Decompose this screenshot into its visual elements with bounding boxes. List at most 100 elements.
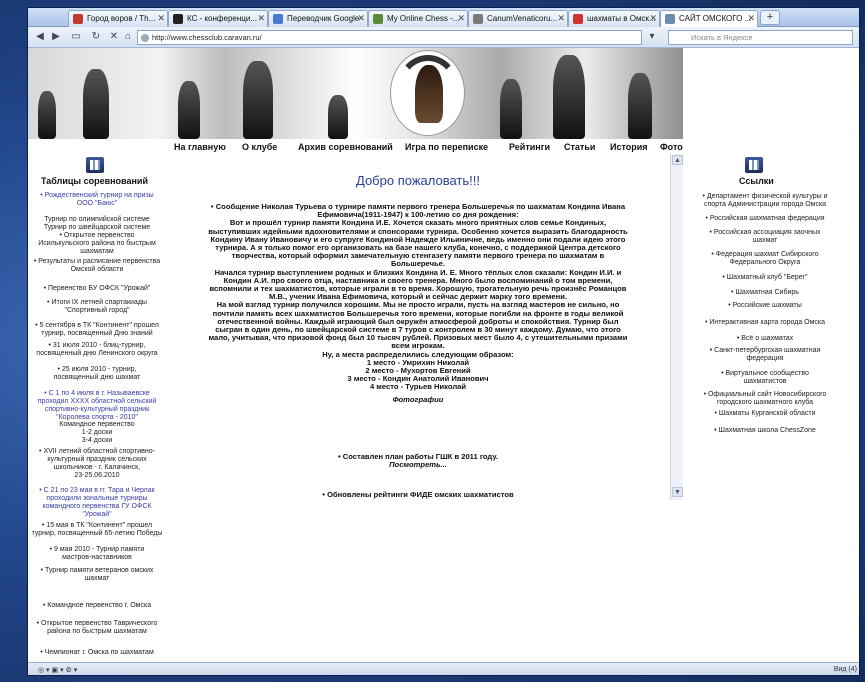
right-item[interactable]: • Санкт-петербургская шахматная федерация	[689, 347, 841, 363]
left-item[interactable]: • Турнир памяти ветеранов омских шахмат	[28, 567, 166, 583]
chess-piece-image	[628, 73, 652, 139]
back-icon[interactable]: ◀	[32, 30, 48, 45]
favicon-icon	[73, 14, 83, 24]
address-bar[interactable]: http://www.chessclub.caravan.ru/	[137, 30, 642, 45]
left-item[interactable]: Турнир по олимпийской системе Турнир по ш…	[28, 216, 166, 232]
favicon-icon	[173, 14, 183, 24]
menu-ratings[interactable]: Рейтинги	[509, 142, 550, 152]
scrollbar[interactable]: ▲ ▼	[670, 154, 683, 500]
menu-about[interactable]: О клубе	[242, 142, 277, 152]
scroll-down-icon[interactable]: ▼	[672, 487, 683, 497]
photos-link[interactable]: Фотографии	[166, 395, 670, 404]
left-item[interactable]: • 15 мая в ТК "Континент" прошел турнир, …	[28, 522, 166, 538]
left-item[interactable]: • 9 мая 2010 - Турнир памяти мастров-наст…	[28, 546, 166, 562]
tab-1[interactable]: КС - конференци... ✕	[168, 10, 268, 27]
tab-3[interactable]: My Online Chess -... ✕	[368, 10, 468, 27]
left-item[interactable]: • XVII летний областной спортивно-культу…	[28, 448, 166, 480]
right-item[interactable]: • Российская ассоциация заочных шахмат	[689, 229, 841, 245]
menu-history[interactable]: История	[610, 142, 648, 152]
search-field[interactable]: Искать в Яндексе	[668, 30, 853, 45]
status-bar: ◎ ▾ ▣ ▾ ⚙ ▾ Вид (4)	[28, 662, 859, 675]
close-icon[interactable]: ✕	[357, 11, 365, 26]
close-icon[interactable]: ✕	[157, 11, 165, 26]
home-icon[interactable]: ⌂	[120, 30, 136, 45]
forward-icon[interactable]: ▶	[48, 30, 64, 45]
right-item[interactable]: • Виртуальное сообщество шахматистов	[689, 370, 841, 386]
left-sidebar: Таблицы соревнований • Рождественский ту…	[28, 155, 166, 675]
left-item[interactable]: • С 1 по 4 июля в г. Называевске проходил…	[28, 390, 166, 422]
chess-piece-image	[38, 91, 56, 139]
chess-piece-image	[243, 61, 273, 139]
site-header-banner	[28, 48, 683, 139]
right-item[interactable]: • Интерактивная карта города Омска	[689, 319, 841, 327]
right-item[interactable]: • Всё о шахматах	[689, 335, 841, 343]
article-line: 4 место - Турьев Николай	[369, 382, 467, 392]
tab-0[interactable]: Город воров / Th... ✕	[68, 10, 168, 27]
close-icon[interactable]: ✕	[747, 11, 755, 26]
left-item[interactable]: • С 21 по 23 мая в гг. Тара и Черлак прох…	[28, 487, 166, 519]
right-item[interactable]: • Шахматы Курганской области	[689, 410, 841, 418]
chessboard-icon	[86, 157, 104, 173]
left-item[interactable]: • Итоги IX летней спартакиады "Спортивный…	[28, 299, 166, 315]
history-icon[interactable]: ▭	[68, 30, 84, 45]
favicon-icon	[373, 14, 383, 24]
right-item[interactable]: • Федерация шахмат Сибирского Федеральног…	[689, 251, 841, 267]
left-item[interactable]: • 25 июля 2010 - турнир, посвященный дню …	[28, 366, 166, 382]
menu-archive[interactable]: Архив соревнований	[298, 142, 393, 152]
club-logo	[390, 50, 465, 136]
tab-6-active[interactable]: САЙТ ОМСКОГО ... ✕	[660, 10, 758, 28]
left-item[interactable]: • 31 июля 2010 - блиц-турнир, посвященный…	[28, 342, 166, 358]
scroll-up-icon[interactable]: ▲	[672, 155, 683, 165]
right-item[interactable]: • Российская шахматная федерация	[689, 215, 841, 223]
tab-5[interactable]: шахматы в Омск... ✕	[568, 10, 660, 27]
chess-piece-image	[178, 81, 200, 139]
menu-correspondence[interactable]: Игра по переписке	[405, 142, 488, 152]
left-item[interactable]: • Чемпионат г. Омска по шахматам	[28, 649, 166, 657]
left-item[interactable]: • Командное первенство г. Омска	[28, 602, 166, 610]
right-item[interactable]: • Шахматная школа ChessZone	[689, 427, 841, 435]
right-item[interactable]: • Департамент физической культуры и спорт…	[689, 193, 841, 209]
close-icon[interactable]: ✕	[557, 11, 565, 26]
close-icon[interactable]: ✕	[257, 11, 265, 26]
left-item[interactable]: • Рождественский турнир на призы ООО "Баю…	[28, 192, 166, 208]
welcome-heading: Добро пожаловать!!!	[356, 173, 480, 188]
chess-piece-image	[83, 69, 109, 139]
new-tab-button[interactable]: +	[760, 10, 780, 25]
main-menu: На главную О клубе Архив соревнований Иг…	[28, 139, 683, 155]
favicon-icon	[665, 14, 675, 24]
chess-piece-image	[553, 55, 585, 139]
right-item[interactable]: • Официальный сайт Новосибирского городск…	[689, 391, 841, 407]
right-item[interactable]: • Шахматная Сибирь	[689, 289, 841, 297]
close-icon[interactable]: ✕	[457, 11, 465, 26]
dropdown-icon[interactable]: ▾	[644, 30, 660, 45]
close-icon[interactable]: ✕	[649, 11, 657, 26]
left-item[interactable]: • 5 сентября в ТК "Континент" прошел турн…	[28, 322, 166, 338]
left-item[interactable]: • Первенство БУ ОФСК "Урожай"	[28, 285, 166, 293]
menu-home[interactable]: На главную	[174, 142, 226, 152]
left-item[interactable]: • Открытое первенство Исилькульского райо…	[28, 232, 166, 256]
favicon-icon	[473, 14, 483, 24]
menu-photo[interactable]: Фото	[660, 142, 683, 152]
favicon-icon	[573, 14, 583, 24]
chessboard-icon	[745, 157, 763, 173]
globe-icon	[141, 34, 149, 42]
tab-2[interactable]: Переводчик Google ✕	[268, 10, 368, 27]
sidebar-title: Таблицы соревнований	[41, 176, 148, 186]
menu-articles[interactable]: Статьи	[564, 142, 595, 152]
navigation-bar: ◀ ▶ ▭ ↻ ✕ ⌂ http://www.chessclub.caravan…	[28, 27, 859, 48]
zoom-indicator[interactable]: Вид (4)	[834, 666, 857, 673]
reload-icon[interactable]: ↻	[88, 30, 104, 45]
see-more-link[interactable]: Посмотреть...	[166, 460, 670, 469]
left-item[interactable]: Командное первенство 1-2 доски 3-4 доски	[28, 421, 166, 445]
main-content: Добро пожаловать!!! • Сообщение Николая …	[166, 155, 670, 675]
favicon-icon	[273, 14, 283, 24]
news-item[interactable]: • Обновлены рейтинги ФИДЕ омских шахмати…	[166, 490, 670, 499]
status-icons[interactable]: ◎ ▾ ▣ ▾ ⚙ ▾	[38, 666, 77, 674]
tab-bar: Город воров / Th... ✕ КС - конференци... ✕…	[28, 8, 859, 28]
tab-4[interactable]: CanumVenaticoru... ✕	[468, 10, 568, 27]
left-item[interactable]: • Открытое первенство Таврического района…	[28, 620, 166, 636]
right-item[interactable]: • Шахматный клуб "Берег"	[689, 274, 841, 282]
right-item[interactable]: • Российские шахматы	[689, 302, 841, 310]
left-item[interactable]: • Результаты и расписание первенства Омск…	[28, 258, 166, 274]
right-sidebar: Ссылки • Департамент физической культуры…	[683, 155, 848, 500]
